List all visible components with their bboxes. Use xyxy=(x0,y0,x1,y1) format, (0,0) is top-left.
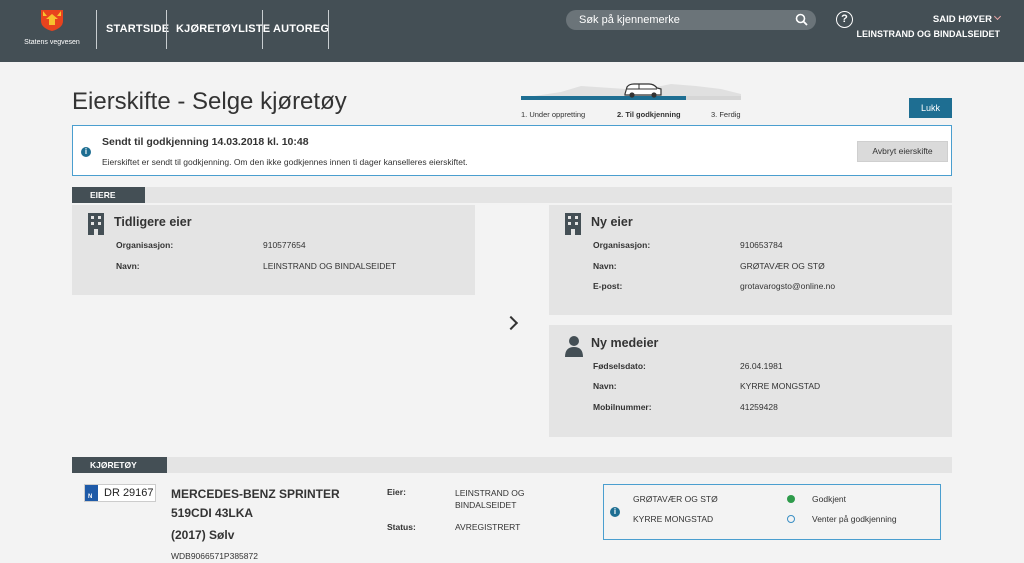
car-icon xyxy=(624,83,662,98)
search-icon[interactable] xyxy=(795,13,808,26)
user-name: SAID HØYER xyxy=(932,14,992,25)
name-value: GRØTAVÆR OG STØ xyxy=(740,261,825,271)
vehicle-name: MERCEDES-BENZ SPRINTER 519CDI 43LKA xyxy=(171,487,340,520)
license-plate: N DR 29167 xyxy=(84,484,156,502)
check-circle-icon xyxy=(787,495,795,503)
name-label: Navn: xyxy=(593,381,617,391)
dob-label: Fødselsdato: xyxy=(593,361,646,371)
clock-icon xyxy=(787,515,795,523)
owners-section-header: EIERE xyxy=(72,187,952,203)
org-value: 910653784 xyxy=(740,240,783,250)
new-co-owner-panel: Ny medeier Fødselsdato: 26.04.1981 Navn:… xyxy=(549,325,952,437)
approval-status: Godkjent xyxy=(812,494,847,504)
progress-fill xyxy=(521,96,686,100)
cancel-ownership-change-button[interactable]: Avbryt eierskifte xyxy=(857,141,948,162)
info-icon: i xyxy=(81,147,91,157)
country-badge: N xyxy=(85,485,98,501)
search-placeholder: Søk på kjennemerke xyxy=(579,14,680,26)
vehicle-owner-value: LEINSTRAND OG BINDALSEIDET xyxy=(455,488,525,510)
email-label: E-post: xyxy=(593,281,623,291)
co-owner-title: Ny medeier xyxy=(591,336,659,350)
search-input[interactable]: Søk på kjennemerke xyxy=(566,10,816,30)
previous-owner-panel: Tidligere eier Organisasjon: 910577654 N… xyxy=(72,205,475,295)
help-icon[interactable]: ? xyxy=(836,11,853,28)
nav-kjoretoyliste[interactable]: KJØRETØYLISTE xyxy=(176,23,270,35)
user-menu[interactable]: SAID HØYER LEINSTRAND OG BINDALSEIDET xyxy=(856,12,1002,41)
email-value: grotavarogsto@online.no xyxy=(740,281,836,291)
step-3-label: 3. Ferdig xyxy=(711,110,741,119)
nav-startside[interactable]: STARTSIDE xyxy=(106,23,169,35)
page-title: Eierskifte - Selge kjøretøy xyxy=(72,88,347,115)
nav-divider xyxy=(166,10,167,49)
nav-divider xyxy=(328,10,329,49)
vehicle-status-value: AVREGISTRERT xyxy=(455,522,521,532)
user-organization: LEINSTRAND OG BINDALSEIDET xyxy=(856,29,1000,39)
vehicle-vin: WDB9066571P385872 xyxy=(171,551,258,561)
info-text: Eierskiftet er sendt til godkjenning. Om… xyxy=(102,157,468,167)
previous-owner-title: Tidligere eier xyxy=(114,215,192,229)
statens-vegvesen-logo[interactable]: Statens vegvesen xyxy=(16,8,88,48)
person-icon xyxy=(565,336,583,357)
building-icon xyxy=(565,213,581,235)
info-title: Sendt til godkjenning 14.03.2018 kl. 10:… xyxy=(102,136,309,148)
new-owner-title: Ny eier xyxy=(591,215,633,229)
name-value: KYRRE MONGSTAD xyxy=(740,381,821,391)
org-value: 910577654 xyxy=(263,240,306,250)
vehicle-year-color: (2017) Sølv xyxy=(171,528,235,542)
approver-name: GRØTAVÆR OG STØ xyxy=(633,494,718,504)
org-label: Organisasjon: xyxy=(593,240,651,250)
top-navigation-bar: Statens vegvesen STARTSIDE KJØRETØYLISTE… xyxy=(0,0,1024,62)
nav-divider xyxy=(96,10,97,49)
vehicle-section-label: KJØRETØY xyxy=(72,457,167,473)
approval-status: Venter på godkjenning xyxy=(812,514,897,524)
new-owner-panel: Ny eier Organisasjon: 910653784 Navn: GR… xyxy=(549,205,952,315)
nav-divider xyxy=(262,10,263,49)
logo-text: Statens vegvesen xyxy=(24,39,80,46)
mobile-value: 41259428 xyxy=(740,402,778,412)
plate-number: DR 29167 xyxy=(104,487,154,499)
org-label: Organisasjon: xyxy=(116,240,174,250)
name-value: LEINSTRAND OG BINDALSEIDET xyxy=(263,261,397,271)
building-icon xyxy=(88,213,104,235)
step-1-label: 1. Under oppretting xyxy=(521,110,586,119)
vehicle-owner-label: Eier: xyxy=(387,487,406,497)
name-label: Navn: xyxy=(593,261,617,271)
status-info-box: i Sendt til godkjenning 14.03.2018 kl. 1… xyxy=(72,125,952,176)
chevron-right-icon xyxy=(503,315,519,331)
chevron-down-icon[interactable] xyxy=(993,12,1002,21)
approval-status-box: i GRØTAVÆR OG STØ Godkjent KYRRE MONGSTA… xyxy=(603,484,941,540)
mobile-label: Mobilnummer: xyxy=(593,402,652,412)
name-label: Navn: xyxy=(116,261,140,271)
approver-name: KYRRE MONGSTAD xyxy=(633,514,714,524)
owners-section-label: EIERE xyxy=(72,187,145,203)
close-button[interactable]: Lukk xyxy=(909,98,952,118)
dob-value: 26.04.1981 xyxy=(740,361,783,371)
vehicle-status-label: Status: xyxy=(387,522,416,532)
progress-illustration xyxy=(521,83,741,100)
vehicle-section-header: KJØRETØY xyxy=(72,457,952,473)
nav-autoreg[interactable]: AUTOREG xyxy=(273,23,329,35)
logo-emblem-icon xyxy=(41,10,63,31)
step-2-label: 2. Til godkjenning xyxy=(617,110,681,119)
info-icon: i xyxy=(610,507,620,517)
